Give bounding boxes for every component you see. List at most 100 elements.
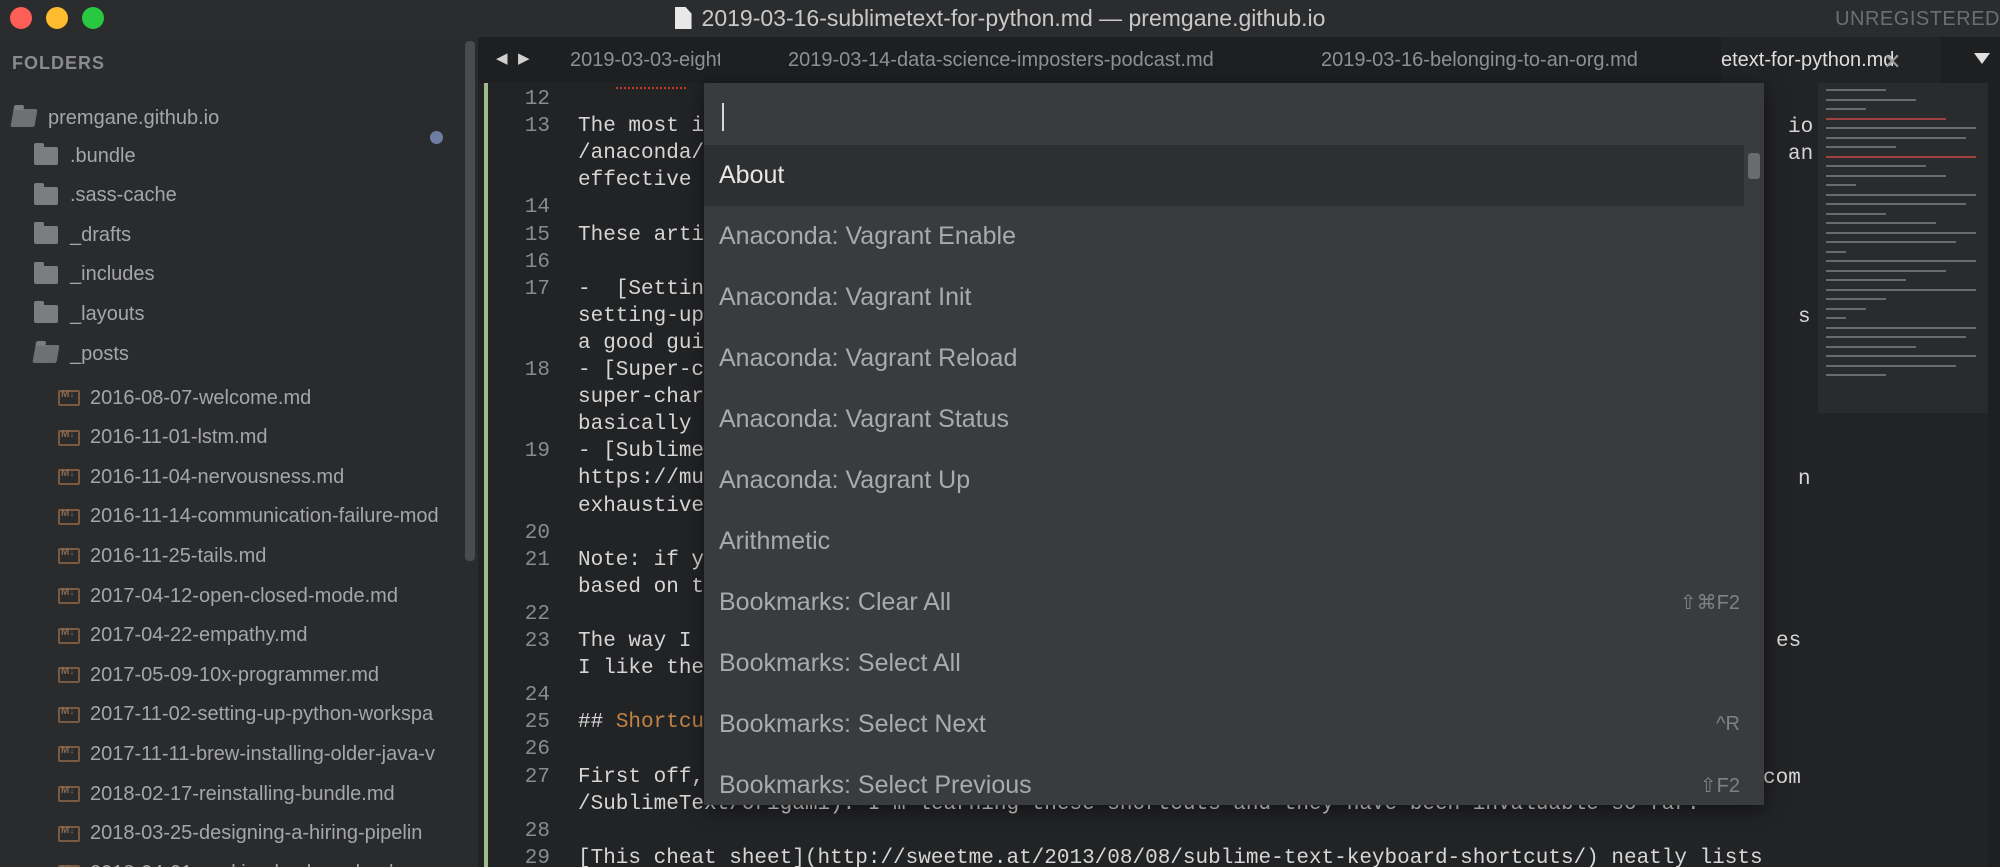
- minimap-line: [1826, 317, 1846, 319]
- command-list-scrollbar[interactable]: [1744, 145, 1764, 805]
- line-number: 28: [524, 819, 550, 843]
- folder-icon: [34, 261, 58, 284]
- command-item[interactable]: Anaconda: Vagrant Status: [704, 389, 1764, 450]
- line-number: 26: [524, 738, 550, 762]
- minimap-line: [1826, 193, 1976, 196]
- sidebar-file-label: 2018-03-25-designing-a-hiring-pipelin: [90, 822, 423, 845]
- command-item[interactable]: Anaconda: Vagrant Init: [704, 267, 1764, 328]
- markdown-file-icon: [58, 587, 80, 604]
- minimap-line: [1826, 117, 1946, 120]
- folder-icon: [34, 182, 58, 205]
- sidebar-folder[interactable]: _layouts: [34, 295, 145, 333]
- minimap-line: [1826, 364, 1956, 367]
- sidebar-file[interactable]: 2018-03-25-designing-a-hiring-pipelin: [58, 815, 422, 853]
- line-number: 20: [524, 521, 550, 545]
- code-line: exhaustive: [578, 494, 705, 518]
- tab-data-science-imposters[interactable]: 2019-03-14-data-science-imposters-podcas…: [788, 37, 1278, 83]
- minimap-line: [1826, 288, 1976, 291]
- sidebar-file[interactable]: 2016-11-25-tails.md: [58, 537, 266, 575]
- sidebar-scroll-thumb[interactable]: [465, 41, 475, 561]
- minimap-line: [1826, 108, 1866, 110]
- code-line: setting-up: [578, 304, 705, 328]
- line-number: 29: [524, 846, 550, 867]
- code-line: - [Sublime: [578, 440, 705, 464]
- sidebar-folder[interactable]: _includes: [34, 256, 155, 294]
- command-item[interactable]: Bookmarks: Clear All ⇧⌘F2: [704, 572, 1764, 633]
- sidebar-folder-label: .sass-cache: [70, 184, 177, 207]
- sidebar-file-label: 2017-04-22-empathy.md: [90, 624, 308, 647]
- folder-icon: [34, 143, 58, 165]
- code-line: - [Settin: [578, 277, 705, 301]
- sidebar-folder[interactable]: .bundle: [34, 137, 136, 175]
- minimap-line: [1826, 336, 1966, 338]
- sidebar-file[interactable]: 2016-11-01-lstm.md: [58, 419, 267, 457]
- command-palette-input[interactable]: [716, 89, 1752, 141]
- tab-sublimetext-for-python[interactable]: etext-for-python.md: [1721, 37, 1941, 83]
- root-folder[interactable]: premgane.github.io: [10, 99, 219, 137]
- code-line: [This cheat sheet](http://sweetme.at/201…: [578, 846, 1763, 867]
- minimap-line: [1826, 231, 1976, 234]
- sidebar-file[interactable]: 2016-08-07-welcome.md: [58, 379, 311, 417]
- minimap-line: [1826, 89, 1886, 91]
- command-item[interactable]: Anaconda: Vagrant Up: [704, 450, 1764, 511]
- command-item[interactable]: Arithmetic: [704, 511, 1764, 572]
- sidebar-scrollbar[interactable]: [462, 37, 478, 867]
- minimap-line: [1826, 222, 1936, 224]
- tab-list-dropdown-icon[interactable]: [1974, 53, 1990, 64]
- sidebar-file[interactable]: 2017-11-11-brew-installing-older-java-v: [58, 735, 435, 773]
- command-shortcut: ⇧⌘F2: [1679, 592, 1740, 614]
- sidebar-file[interactable]: 2016-11-04-nervousness.md: [58, 458, 344, 496]
- line-number: 13: [524, 115, 550, 139]
- sidebar-file[interactable]: 2017-04-12-open-closed-mode.md: [58, 577, 398, 615]
- code-line: based on t: [578, 575, 705, 599]
- command-item[interactable]: Bookmarks: Select Previous ⇧F2: [704, 755, 1764, 805]
- minimap-line: [1826, 174, 1946, 177]
- sidebar-file-label: 2016-11-01-lstm.md: [90, 426, 268, 449]
- close-tab-icon[interactable]: ✕: [1883, 49, 1901, 75]
- markdown-file-icon: [58, 666, 80, 684]
- minimap-line: [1826, 203, 1966, 205]
- command-label: Anaconda: Vagrant Reload: [719, 344, 1018, 372]
- tab-back-icon[interactable]: ◀: [496, 49, 508, 67]
- command-label: Anaconda: Vagrant Status: [719, 405, 1010, 433]
- folder-icon: [34, 301, 58, 324]
- window-title: 2019-03-16-sublimetext-for-python.md — p…: [0, 5, 2000, 32]
- command-item[interactable]: Bookmarks: Select Next ^R: [704, 694, 1764, 755]
- command-item[interactable]: Anaconda: Vagrant Enable: [704, 206, 1764, 267]
- command-item[interactable]: Anaconda: Vagrant Reload: [704, 328, 1764, 389]
- tab-bar: ◀ ▶ 2019-03-03-eightfolc 2019-03-14-data…: [478, 37, 2000, 83]
- editor-scrollbar[interactable]: [1988, 83, 2000, 867]
- code-line: effective: [578, 169, 705, 193]
- command-item[interactable]: About: [704, 145, 1764, 206]
- tab-eightfold[interactable]: 2019-03-03-eightfolc: [570, 37, 720, 83]
- tab-belonging-to-an-org[interactable]: 2019-03-16-belonging-to-an-org.md: [1321, 37, 1721, 83]
- folder-open-icon: [32, 345, 60, 363]
- code-line: The most i: [578, 115, 705, 139]
- markdown-file-icon: [58, 508, 80, 525]
- minimap[interactable]: [1818, 83, 1988, 413]
- sidebar-file[interactable]: 2017-05-09-10x-programmer.md: [58, 656, 379, 694]
- spellcheck-underline: [616, 83, 686, 89]
- code-fragment: an: [1788, 143, 1814, 166]
- line-number: 27: [524, 765, 550, 789]
- sidebar-folder[interactable]: _drafts: [34, 216, 131, 254]
- sidebar-file[interactable]: 2016-11-14-communication-failure-mod: [58, 498, 439, 536]
- sidebar-folder[interactable]: _posts: [32, 335, 129, 373]
- command-label: Anaconda: Vagrant Init: [719, 283, 972, 311]
- code-line: The way I: [578, 630, 705, 653]
- command-item[interactable]: Bookmarks: Select All: [704, 633, 1764, 694]
- markdown-file-icon: [58, 706, 80, 723]
- command-palette: About Anaconda: Vagrant Enable Anaconda: V…: [704, 83, 1764, 805]
- sidebar-file[interactable]: 2017-04-22-empathy.md: [58, 617, 308, 655]
- line-number: 19: [524, 440, 550, 464]
- sidebar-file[interactable]: 2018-02-17-reinstalling-bundle.md: [58, 775, 395, 813]
- tab-forward-icon[interactable]: ▶: [518, 49, 530, 67]
- code-line: These arti: [578, 223, 705, 247]
- minimap-line: [1826, 165, 1926, 167]
- sidebar-file[interactable]: 2018-04-01-working-backward.md: [58, 854, 393, 867]
- command-list-scroll-thumb[interactable]: [1748, 153, 1760, 179]
- sidebar-folder[interactable]: .sass-cache: [34, 177, 177, 215]
- sidebar-file[interactable]: 2017-11-02-setting-up-python-workspa: [58, 696, 433, 734]
- command-label: Bookmarks: Select Next: [719, 710, 986, 738]
- code-line: - [Super-c: [578, 359, 705, 382]
